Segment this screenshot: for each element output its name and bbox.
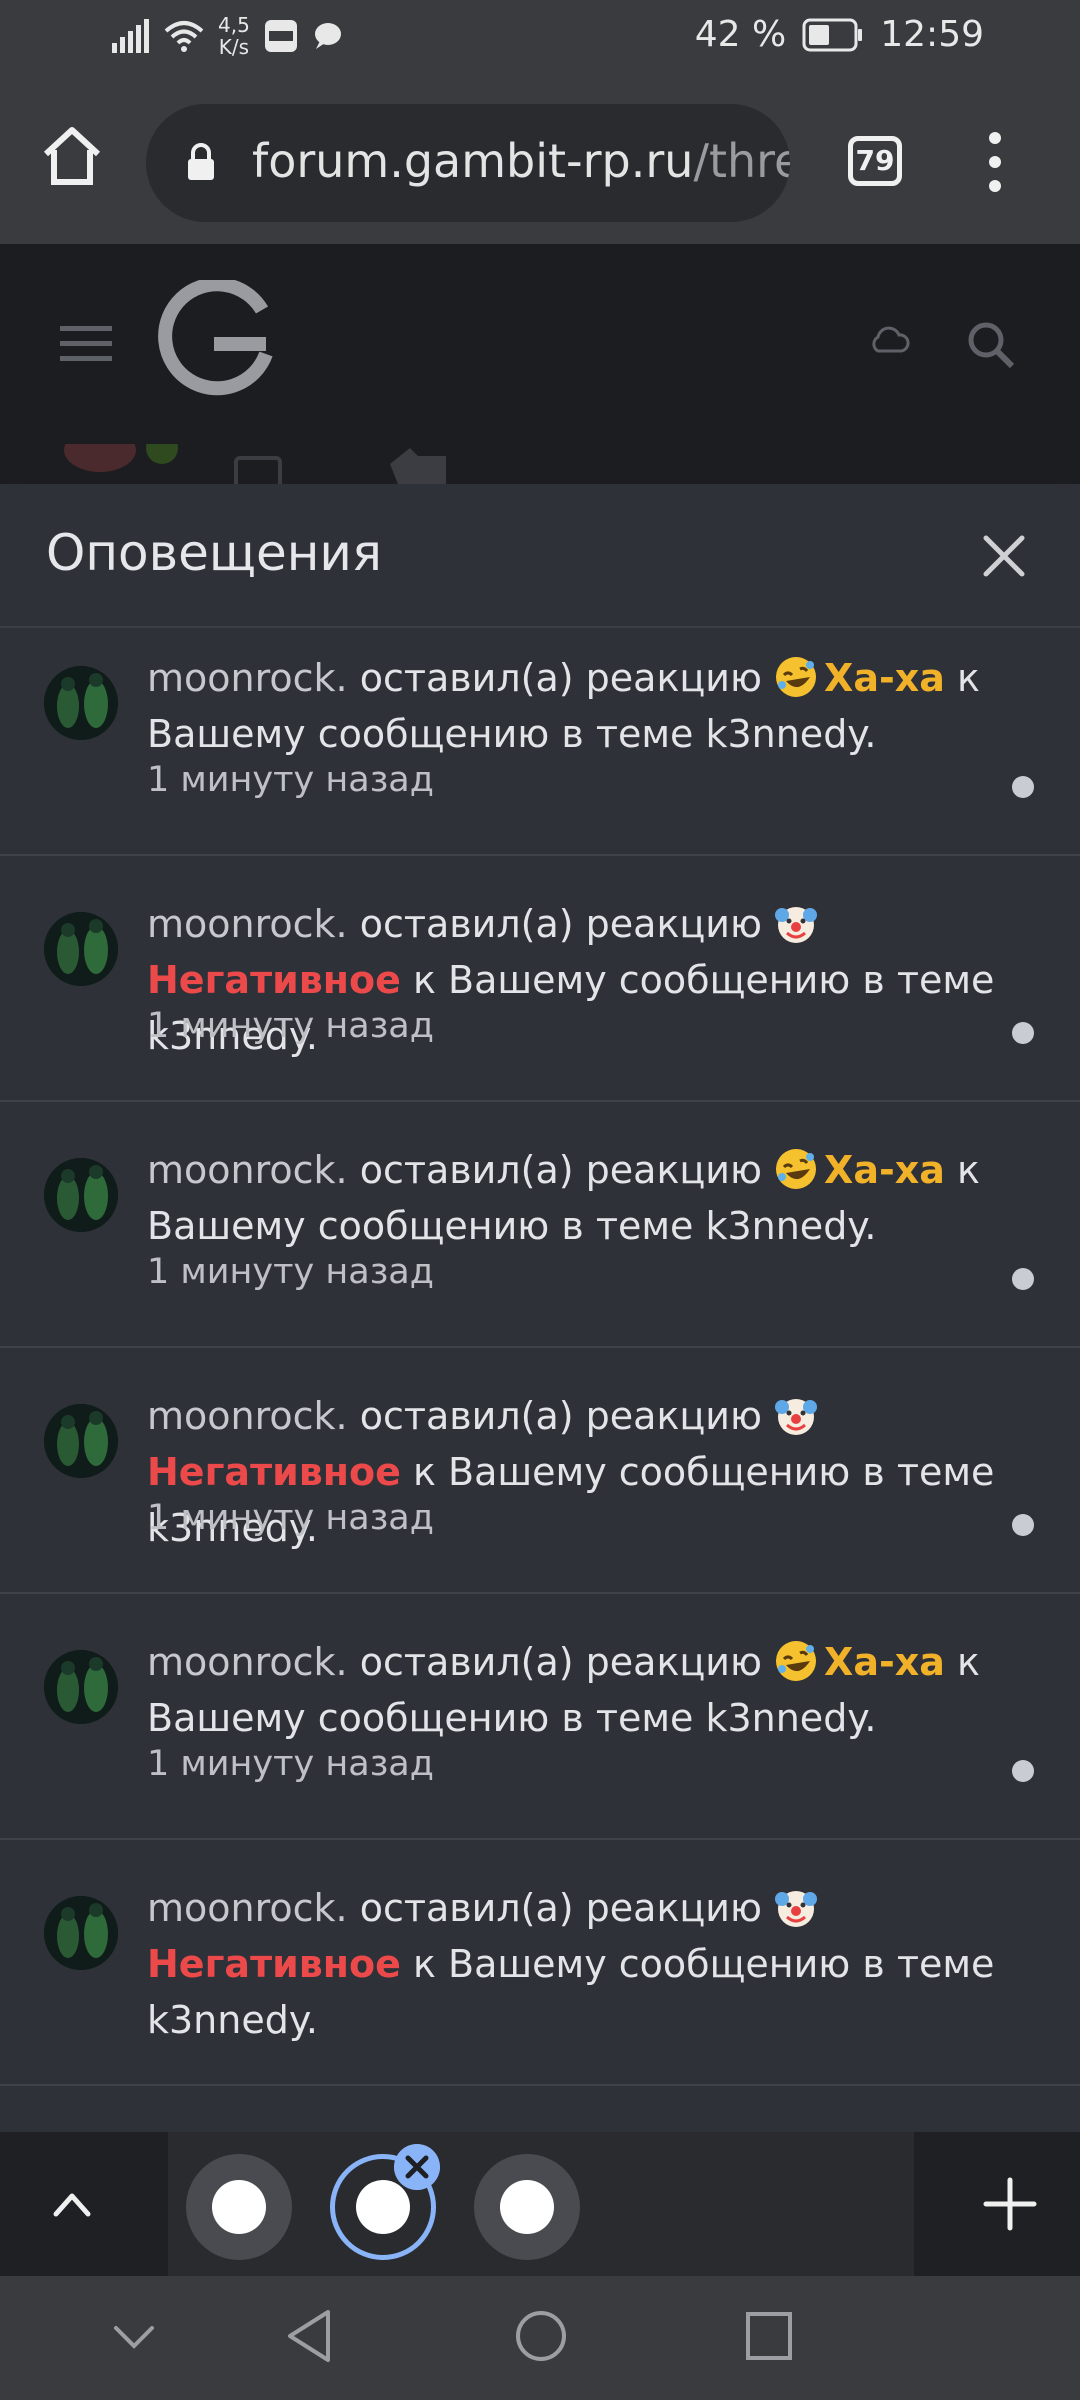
forum-header (0, 244, 1080, 444)
tab-favicon (356, 2180, 410, 2234)
unread-indicator[interactable] (1012, 776, 1034, 798)
notification-user[interactable]: moonrock. (147, 902, 348, 946)
user-avatar[interactable] (44, 912, 118, 986)
notification-user[interactable]: moonrock. (147, 1148, 348, 1192)
battery-icon (802, 18, 863, 51)
chevron-down-icon[interactable] (112, 2322, 156, 2352)
notifications-panel: Оповещения Вашему сообщению в теме k3nne… (0, 484, 1080, 2132)
user-avatar[interactable] (44, 1158, 118, 1232)
notification-user[interactable]: moonrock. (147, 1886, 348, 1930)
notification-user[interactable]: moonrock. (147, 1640, 348, 1684)
address-bar[interactable]: forum.gambit-rp.ru/thre (146, 104, 790, 222)
notification-item[interactable]: moonrock. оставил(а) реакцию Негативное … (0, 1840, 1080, 2086)
notification-text: moonrock. оставил(а) реакцию Ха-ха к Ваш… (147, 1634, 1027, 1746)
wifi-icon (164, 21, 204, 52)
tab-favicon (212, 2180, 266, 2234)
system-navigation-bar (0, 2276, 1080, 2400)
reaction-label: Негативное (147, 958, 401, 1002)
notification-item[interactable]: moonrock. оставил(а) реакцию Негативное … (0, 856, 1080, 1102)
notification-text: moonrock. оставил(а) реакцию Ха-ха к Ваш… (147, 1142, 1027, 1254)
laughing-emoji-icon (776, 657, 817, 697)
network-speed: 4,5 K/s (218, 14, 250, 58)
notification-time: 1 минуту назад (147, 1252, 434, 1292)
notification-action: оставил(а) реакцию (347, 1886, 775, 1930)
reaction-label: Ха-ха (824, 656, 945, 700)
notification-item[interactable]: moonrock. оставил(а) реакцию Негативное … (0, 1348, 1080, 1594)
reaction-label: Негативное (147, 1942, 401, 1986)
back-icon[interactable] (284, 2308, 334, 2364)
lock-icon (188, 143, 214, 180)
user-avatar[interactable] (44, 1650, 118, 1724)
reaction-label: Ха-ха (824, 1640, 945, 1684)
tab-thumbnail[interactable] (186, 2154, 292, 2260)
user-avatar[interactable] (44, 1404, 118, 1478)
signal-icon (112, 19, 149, 53)
cloud-icon[interactable] (868, 326, 910, 354)
unread-indicator[interactable] (1012, 1760, 1034, 1782)
chevron-up-icon[interactable] (50, 2184, 94, 2224)
background-avatar-icon (64, 444, 446, 484)
notification-action: оставил(а) реакцию (347, 1148, 775, 1192)
notification-time: 1 минуту назад (147, 760, 434, 800)
plus-icon[interactable] (982, 2176, 1038, 2232)
unread-indicator[interactable] (1012, 1514, 1034, 1536)
speed-unit: K/s (218, 35, 250, 59)
gambit-logo[interactable] (154, 280, 276, 402)
notification-action: оставил(а) реакцию (347, 656, 775, 700)
browser-toolbar: forum.gambit-rp.ru/thre 79 (0, 80, 1080, 244)
clown-emoji-icon (775, 907, 818, 943)
laughing-emoji-icon (776, 1641, 817, 1681)
notification-item[interactable]: moonrock. оставил(а) реакцию Ха-ха к Ваш… (0, 1102, 1080, 1348)
speed-value: 4,5 (218, 13, 250, 37)
notifications-header: Оповещения (0, 484, 1080, 628)
notification-action: оставил(а) реакцию (347, 1640, 775, 1684)
notification-user[interactable]: moonrock. (147, 656, 348, 700)
user-avatar[interactable] (44, 1896, 118, 1970)
huawei-app-icon (264, 20, 297, 52)
notification-text: moonrock. оставил(а) реакцию Ха-ха к Ваш… (147, 650, 1027, 762)
notification-time: 1 минуту назад (147, 1498, 434, 1538)
tab-favicon (500, 2180, 554, 2234)
notification-time: 1 минуту назад (147, 1744, 434, 1784)
reaction-label: Ха-ха (824, 1148, 945, 1192)
unread-indicator[interactable] (1012, 1268, 1034, 1290)
notification-user[interactable]: moonrock. (147, 1394, 348, 1438)
more-menu-icon[interactable] (980, 130, 1010, 194)
notification-action: оставил(а) реакцию (347, 1394, 775, 1438)
unread-indicator[interactable] (1012, 1022, 1034, 1044)
tab-strip (0, 2132, 1080, 2276)
tab-thumbnail[interactable] (474, 2154, 580, 2260)
notification-time: 1 минуту назад (147, 1006, 434, 1046)
close-icon[interactable] (980, 532, 1028, 580)
notification-text: moonrock. оставил(а) реакцию Негативное … (147, 1880, 1027, 2048)
panel-title: Оповещения (46, 524, 382, 582)
status-bar: 4,5 K/s 42 % 12:59 (0, 0, 1080, 80)
url-text: forum.gambit-rp.ru/thre (252, 134, 790, 188)
chat-bubble-icon (314, 23, 341, 49)
hamburger-menu-icon[interactable] (60, 324, 112, 364)
reaction-label: Негативное (147, 1450, 401, 1494)
notification-item[interactable]: moonrock. оставил(а) реакцию Ха-ха к Ваш… (0, 610, 1080, 856)
home-icon[interactable] (40, 124, 104, 188)
url-domain: forum.gambit-rp.ru (252, 134, 694, 188)
search-icon[interactable] (966, 320, 1016, 370)
background-post-stats (0, 444, 1080, 484)
notification-list[interactable]: Вашему сообщению в теме k3nnedy.1 минуту… (0, 484, 1080, 2086)
url-path: /thre (693, 134, 790, 188)
clown-emoji-icon (775, 1891, 818, 1927)
clock: 12:59 (880, 14, 984, 55)
home-circle-icon[interactable] (514, 2308, 568, 2364)
tab-switcher-button[interactable]: 79 (848, 136, 902, 186)
close-tab-icon[interactable] (394, 2144, 440, 2190)
user-avatar[interactable] (44, 666, 118, 740)
laughing-emoji-icon (776, 1149, 817, 1189)
recent-apps-icon[interactable] (744, 2308, 794, 2364)
battery-percent: 42 % (694, 14, 787, 55)
notification-item[interactable]: moonrock. оставил(а) реакцию Ха-ха к Ваш… (0, 1594, 1080, 1840)
notification-action: оставил(а) реакцию (347, 902, 775, 946)
clown-emoji-icon (775, 1399, 818, 1435)
